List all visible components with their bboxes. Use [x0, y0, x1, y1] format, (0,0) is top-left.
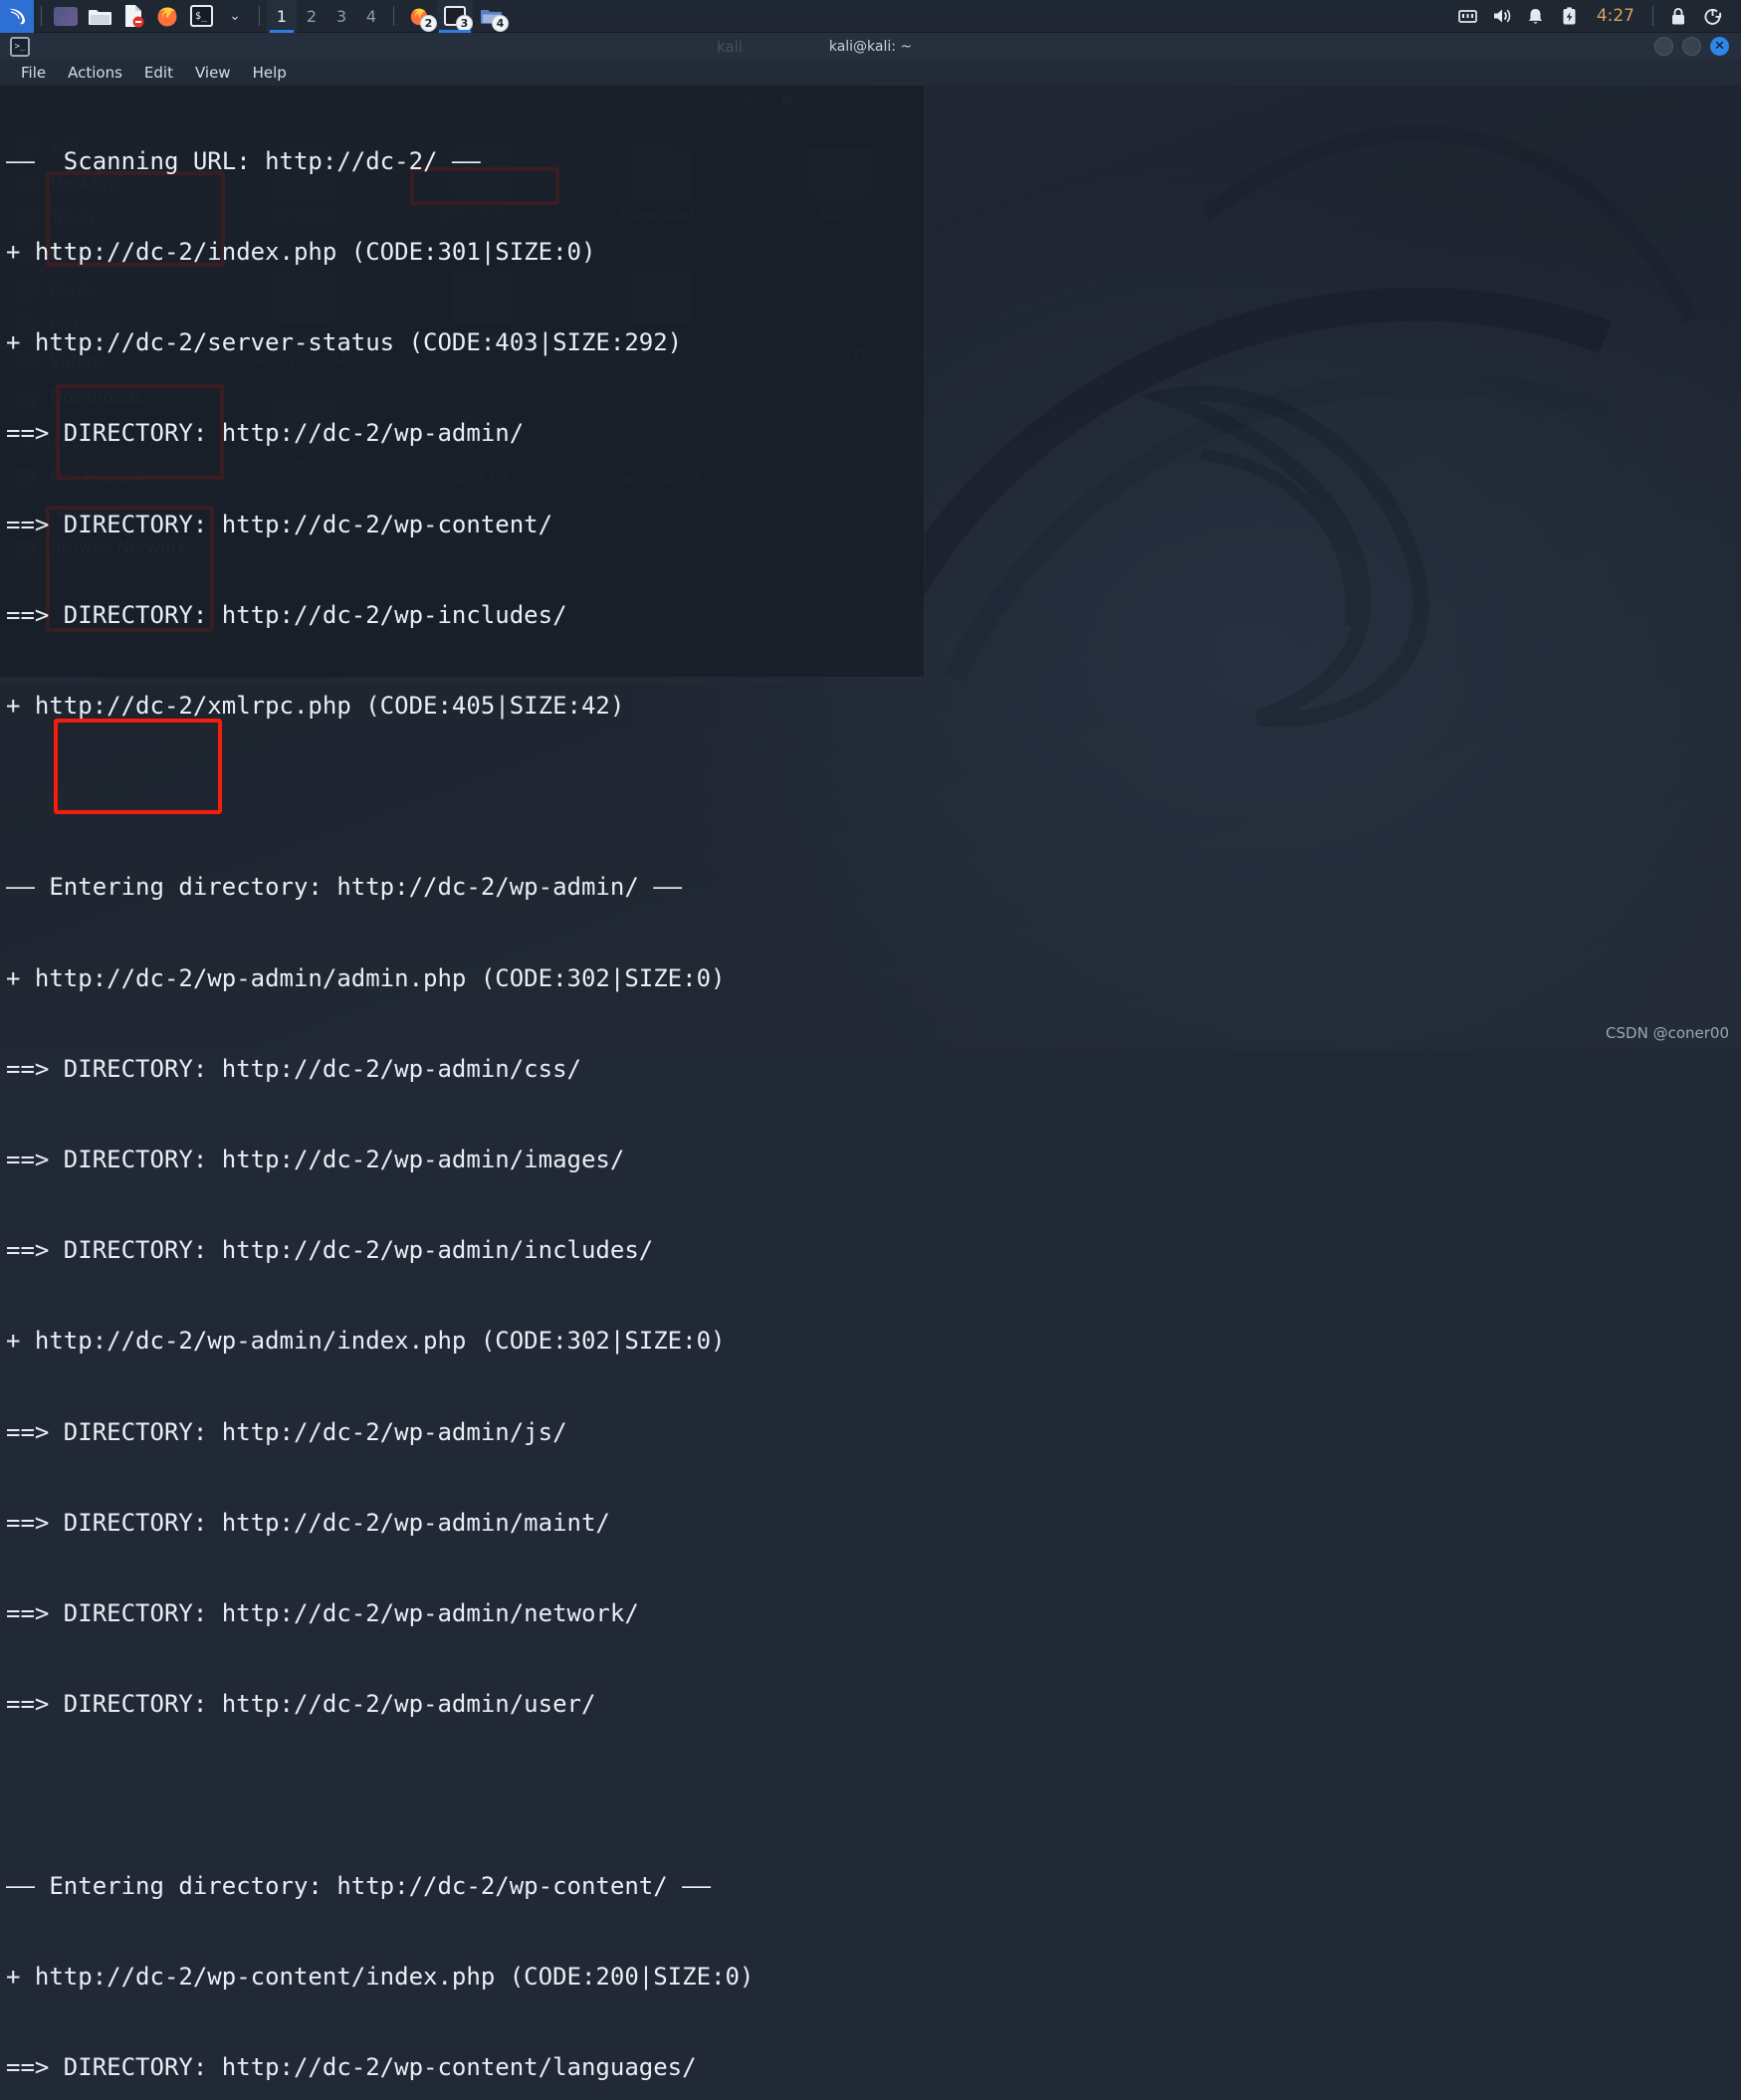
menu-edit[interactable]: Edit [133, 62, 184, 84]
quick-launch-dropdown[interactable]: ⌄ [218, 0, 252, 33]
logout-icon[interactable] [1695, 0, 1729, 33]
folder-icon [88, 6, 112, 27]
watermark: CSDN @coner00 [1606, 1024, 1729, 1042]
terminal-line: + http://dc-2/xmlrpc.php (CODE:405|SIZE:… [6, 691, 1741, 721]
panel-tray: 4:27 [1451, 0, 1741, 32]
chevron-down-icon: ⌄ [229, 8, 241, 24]
kali-dragon-icon [5, 4, 29, 28]
menu-help[interactable]: Help [242, 62, 298, 84]
top-panel: $_ ⌄ 1 2 3 4 2 3 4 [0, 0, 1741, 33]
terminal-line: + http://dc-2/wp-admin/index.php (CODE:3… [6, 1326, 1741, 1356]
tray-divider [1652, 6, 1653, 26]
quick-launch-terminal[interactable]: $_ [184, 0, 218, 33]
menu-view[interactable]: View [184, 62, 242, 84]
document-icon [122, 4, 144, 28]
terminal-line: —— Entering directory: http://dc-2/wp-co… [6, 1871, 1741, 1901]
clock[interactable]: 4:27 [1587, 6, 1644, 26]
terminal-line-blank [6, 781, 1741, 811]
minimize-button[interactable] [1654, 37, 1673, 56]
workspace-1[interactable]: 1 [267, 0, 297, 33]
terminal-line: ==> DIRECTORY: http://dc-2/wp-admin/css/ [6, 1054, 1741, 1084]
panel-divider [41, 6, 42, 26]
panel-left: $_ ⌄ 1 2 3 4 2 3 4 [0, 0, 509, 32]
terminal-line: ==> DIRECTORY: http://dc-2/wp-admin/main… [6, 1508, 1741, 1538]
quick-launch-terminal-emulator[interactable] [49, 0, 83, 33]
window-count-badge: 3 [456, 15, 473, 32]
quick-launch-firefox[interactable] [150, 0, 184, 33]
maximize-button[interactable] [1682, 37, 1701, 56]
network-icon[interactable] [1451, 0, 1485, 33]
workspace-3[interactable]: 3 [326, 0, 356, 33]
battery-icon[interactable] [1553, 0, 1587, 33]
lock-icon[interactable] [1661, 0, 1695, 33]
terminal-output[interactable]: —— Scanning URL: http://dc-2/ —— + http:… [0, 86, 1741, 1050]
terminal-title: kali@kali: ~ [0, 39, 1741, 55]
close-button[interactable]: ✕ [1710, 37, 1729, 56]
menu-file[interactable]: File [10, 62, 57, 84]
taskbar-window-terminal[interactable]: 3 [437, 0, 473, 33]
quick-launch-file-manager[interactable] [83, 0, 116, 33]
terminal-line: + http://dc-2/wp-admin/admin.php (CODE:3… [6, 963, 1741, 993]
window-controls: ✕ [1654, 37, 1741, 56]
panel-divider [393, 6, 394, 26]
terminal-line: ==> DIRECTORY: http://dc-2/wp-content/ [6, 510, 1741, 539]
volume-icon[interactable] [1485, 0, 1519, 33]
terminal-line: + http://dc-2/wp-content/index.php (CODE… [6, 1962, 1741, 1992]
window-count-badge: 2 [420, 15, 437, 32]
terminal-line: + http://dc-2/index.php (CODE:301|SIZE:0… [6, 237, 1741, 267]
quick-launch-text-editor[interactable] [116, 0, 150, 33]
terminal-line: ==> DIRECTORY: http://dc-2/wp-admin/js/ [6, 1417, 1741, 1447]
menu-actions[interactable]: Actions [57, 62, 133, 84]
terminal-line-blank [6, 1780, 1741, 1809]
terminal-line: ==> DIRECTORY: http://dc-2/wp-admin/ [6, 418, 1741, 448]
taskbar-window-firefox[interactable]: 2 [401, 0, 437, 33]
notification-bell-icon[interactable] [1519, 0, 1553, 33]
terminal-line: ==> DIRECTORY: http://dc-2/wp-content/la… [6, 2052, 1741, 2082]
workspace-2[interactable]: 2 [297, 0, 326, 33]
terminal-line: ==> DIRECTORY: http://dc-2/wp-admin/user… [6, 1689, 1741, 1719]
taskbar-window-file-manager[interactable]: 4 [473, 0, 509, 33]
terminal-line: —— Scanning URL: http://dc-2/ —— [6, 146, 1741, 176]
terminal-line: ==> DIRECTORY: http://dc-2/wp-includes/ [6, 600, 1741, 630]
terminal-menubar: File Actions Edit View Help [0, 60, 1741, 86]
terminal-icon: >_ [10, 37, 30, 57]
background-window-title: kali [717, 38, 743, 56]
terminal-window: >_ kali kali@kali: ~ ✕ File Actions Edit… [0, 33, 1741, 1050]
panel-divider [259, 6, 260, 26]
terminal-line: ==> DIRECTORY: http://dc-2/wp-admin/imag… [6, 1145, 1741, 1174]
terminal-line: ==> DIRECTORY: http://dc-2/wp-admin/incl… [6, 1235, 1741, 1265]
kali-menu-button[interactable] [0, 0, 34, 33]
terminal-line: ==> DIRECTORY: http://dc-2/wp-admin/netw… [6, 1598, 1741, 1628]
terminal-titlebar[interactable]: >_ kali kali@kali: ~ ✕ [0, 33, 1741, 60]
terminal-line: + http://dc-2/server-status (CODE:403|SI… [6, 327, 1741, 357]
workspace-4[interactable]: 4 [356, 0, 386, 33]
firefox-icon [155, 4, 179, 28]
terminal-line: —— Entering directory: http://dc-2/wp-ad… [6, 872, 1741, 902]
window-count-badge: 4 [492, 15, 509, 32]
